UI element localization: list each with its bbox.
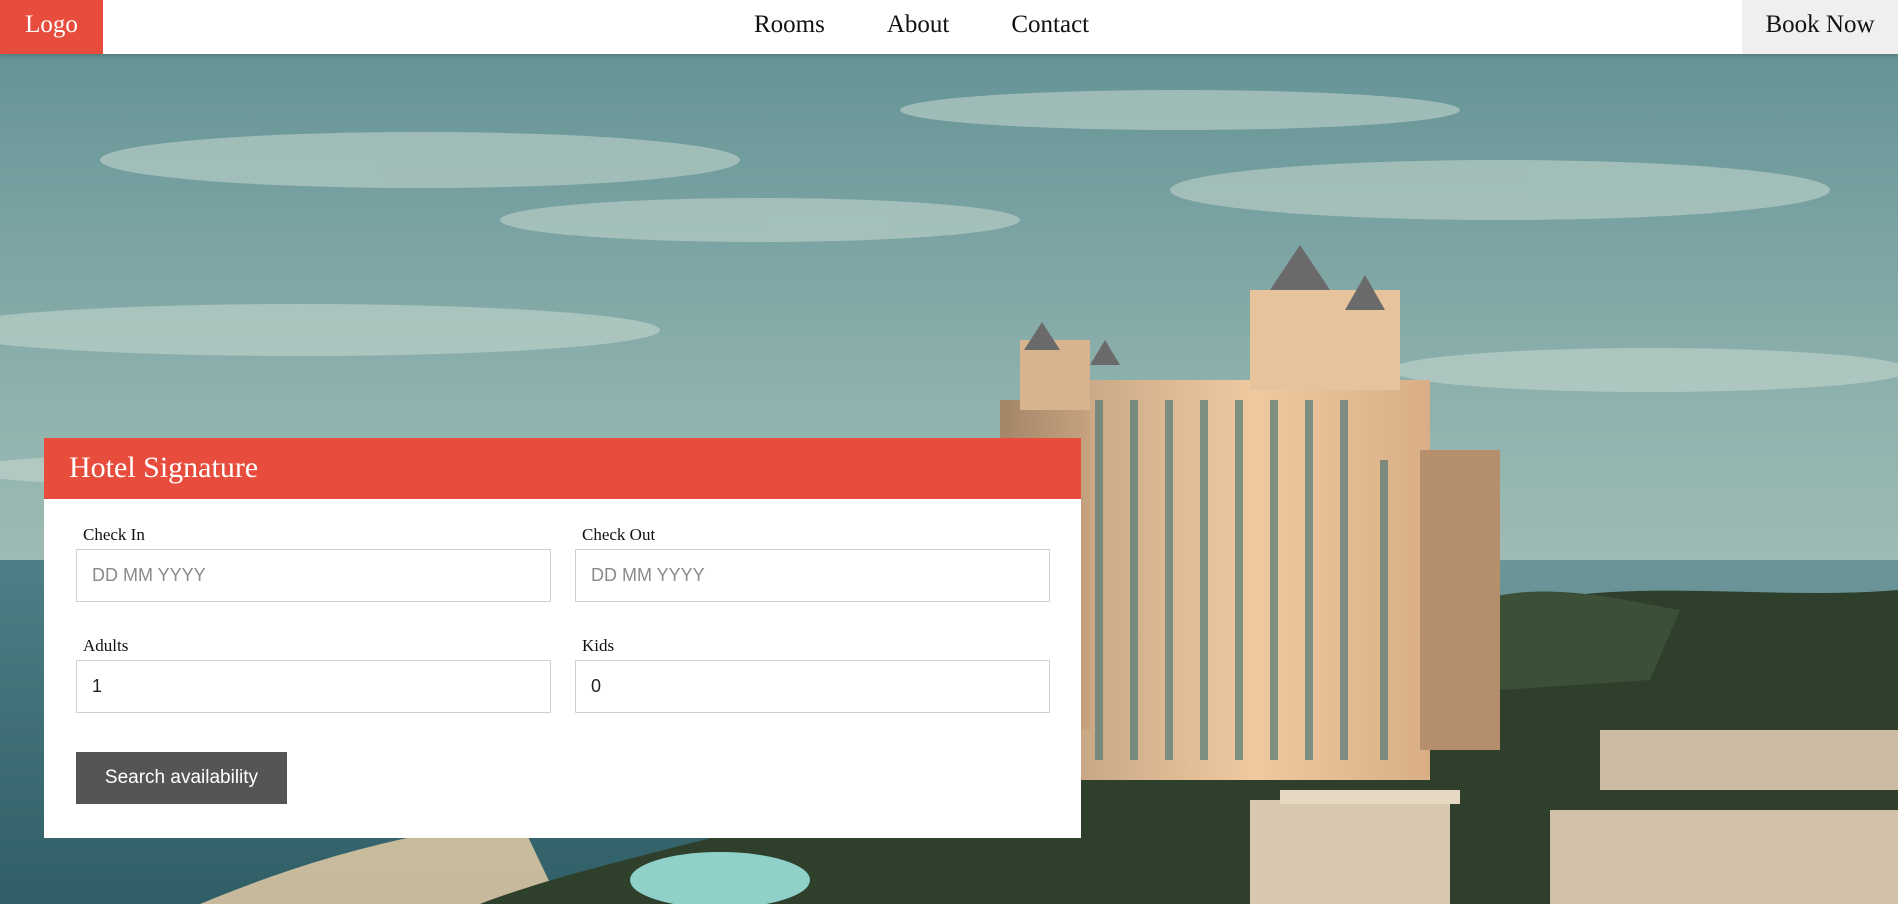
main-nav: Rooms About Contact (754, 0, 1120, 54)
logo[interactable]: Logo (0, 0, 103, 54)
check-out-label: Check Out (582, 525, 656, 544)
check-in-field-group: Check In (76, 525, 551, 602)
booking-card: Hotel Signature Check In Check Out Adult… (44, 438, 1081, 838)
check-in-label: Check In (83, 525, 145, 544)
check-out-input[interactable] (575, 549, 1050, 602)
check-in-input[interactable] (76, 549, 551, 602)
nav-link-about[interactable]: About (856, 0, 981, 54)
nav-link-rooms[interactable]: Rooms (754, 0, 856, 54)
book-now-button[interactable]: Book Now (1742, 0, 1898, 54)
search-availability-button[interactable]: Search availability (76, 752, 287, 804)
adults-field-group: Adults (76, 636, 551, 713)
hotel-landing-page: Logo Rooms About Contact Book Now Hotel … (0, 0, 1898, 904)
kids-input[interactable] (575, 660, 1050, 713)
kids-label: Kids (582, 636, 615, 655)
check-out-field-group: Check Out (575, 525, 1050, 602)
top-navigation-bar: Logo Rooms About Contact Book Now (0, 0, 1898, 54)
booking-card-title: Hotel Signature (44, 438, 1081, 499)
adults-input[interactable] (76, 660, 551, 713)
adults-label: Adults (83, 636, 129, 655)
nav-link-contact[interactable]: Contact (980, 0, 1120, 54)
kids-field-group: Kids (575, 636, 1050, 713)
